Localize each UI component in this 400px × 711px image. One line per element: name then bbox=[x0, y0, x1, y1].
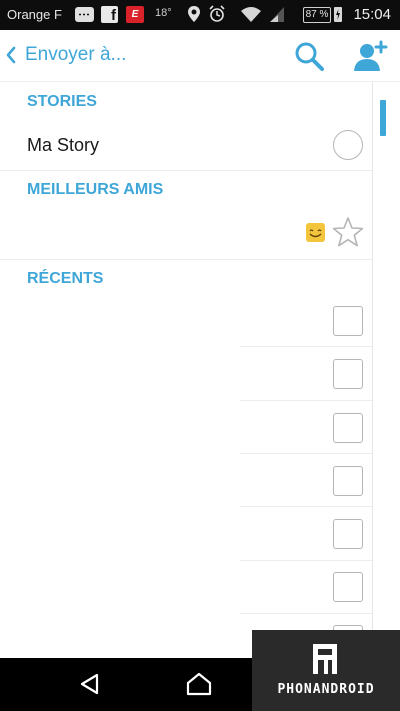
temperature-text: 18° bbox=[155, 7, 172, 19]
page-title: Envoyer à... bbox=[25, 44, 127, 65]
location-icon bbox=[188, 6, 200, 22]
news-app-icon: E bbox=[126, 6, 144, 23]
divider bbox=[240, 400, 372, 401]
wifi-icon bbox=[241, 7, 261, 22]
recent-contact-checkbox[interactable] bbox=[333, 413, 363, 443]
divider bbox=[240, 613, 372, 614]
status-bar: Orange F f E 18° 87 % 15:04 bbox=[0, 0, 400, 30]
recent-contact-checkbox[interactable] bbox=[333, 519, 363, 549]
carrier-name: Orange F bbox=[7, 7, 62, 22]
scrollbar-track bbox=[372, 82, 373, 658]
my-story-label: Ma Story bbox=[27, 135, 100, 155]
recent-contact-checkbox[interactable] bbox=[333, 359, 363, 389]
battery-icon: 87 % bbox=[303, 7, 331, 23]
divider bbox=[240, 346, 372, 347]
watermark-text: PHONANDROID bbox=[277, 682, 375, 697]
chevron-left-icon bbox=[6, 46, 16, 64]
star-icon[interactable] bbox=[332, 216, 364, 248]
best-friends-section-header: MEILLEURS AMIS bbox=[27, 181, 164, 198]
chat-icon bbox=[75, 7, 94, 22]
stories-section-header: STORIES bbox=[27, 93, 97, 110]
alarm-icon bbox=[209, 5, 225, 22]
recents-section-header: RÉCENTS bbox=[27, 270, 104, 287]
back-button[interactable]: Envoyer à... bbox=[4, 40, 126, 70]
charging-icon bbox=[334, 7, 342, 22]
divider bbox=[240, 506, 372, 507]
watermark-badge: PHONANDROID bbox=[252, 630, 400, 711]
home-icon[interactable] bbox=[186, 672, 212, 696]
search-icon[interactable] bbox=[293, 40, 325, 72]
recent-contact-checkbox[interactable] bbox=[333, 466, 363, 496]
phonandroid-logo-icon bbox=[313, 644, 337, 674]
divider bbox=[240, 453, 372, 454]
divider bbox=[0, 259, 372, 260]
signal-icon bbox=[270, 7, 284, 22]
recent-contact-checkbox[interactable] bbox=[333, 572, 363, 602]
divider bbox=[0, 170, 372, 171]
divider bbox=[240, 560, 372, 561]
my-story-radio[interactable] bbox=[333, 130, 363, 160]
clock: 15:04 bbox=[353, 6, 391, 23]
add-friend-icon[interactable] bbox=[352, 39, 388, 73]
recent-contact-checkbox[interactable] bbox=[333, 306, 363, 336]
smiling-emoji-icon bbox=[306, 223, 325, 242]
back-triangle-icon[interactable] bbox=[78, 672, 102, 696]
recipient-list[interactable]: STORIES Ma Story MEILLEURS AMIS RÉCENTS bbox=[0, 82, 400, 658]
facebook-icon: f bbox=[101, 6, 118, 24]
scrollbar-thumb[interactable] bbox=[380, 100, 386, 136]
app-header: Envoyer à... bbox=[0, 30, 400, 82]
